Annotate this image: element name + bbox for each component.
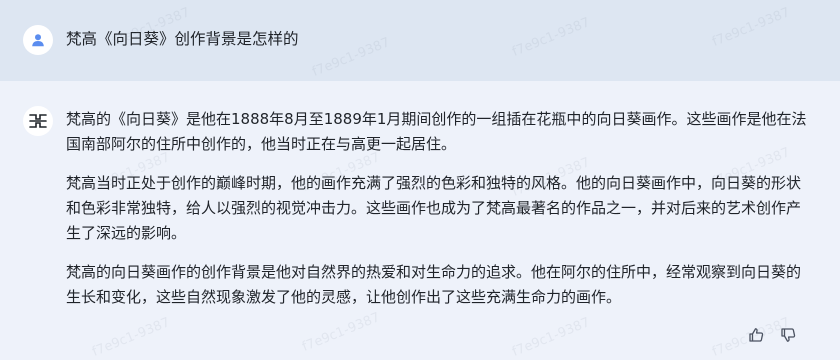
thumbs-down-icon <box>781 328 796 342</box>
assistant-avatar <box>23 106 53 136</box>
paragraph: 梵高的《向日葵》是他在1888年8月至1889年1月期间创作的一组插在花瓶中的向… <box>66 110 807 153</box>
assistant-message: 梵高的《向日葵》是他在1888年8月至1889年1月期间创作的一组插在花瓶中的向… <box>0 81 840 359</box>
paragraph: 梵高当时正处于创作的巅峰时期，他的画作充满了强烈的色彩和独特的风格。他的向日葵画… <box>66 174 802 242</box>
dislike-button[interactable] <box>778 325 798 345</box>
user-icon <box>32 34 44 47</box>
like-button[interactable] <box>746 325 766 345</box>
paragraph: 梵高的向日葵画作的创作背景是他对自然界的热爱和对生命力的追求。他在阿尔的住所中，… <box>66 263 802 306</box>
user-avatar <box>23 25 53 55</box>
message-actions <box>746 325 798 345</box>
thumbs-up-icon <box>749 328 764 342</box>
assistant-logo-icon <box>29 114 47 128</box>
assistant-message-text: 梵高的《向日葵》是他在1888年8月至1889年1月期间创作的一组插在花瓶中的向… <box>66 107 811 324</box>
user-message-text: 梵高《向日葵》创作背景是怎样的 <box>66 30 299 48</box>
user-message: 梵高《向日葵》创作背景是怎样的 <box>0 0 840 81</box>
